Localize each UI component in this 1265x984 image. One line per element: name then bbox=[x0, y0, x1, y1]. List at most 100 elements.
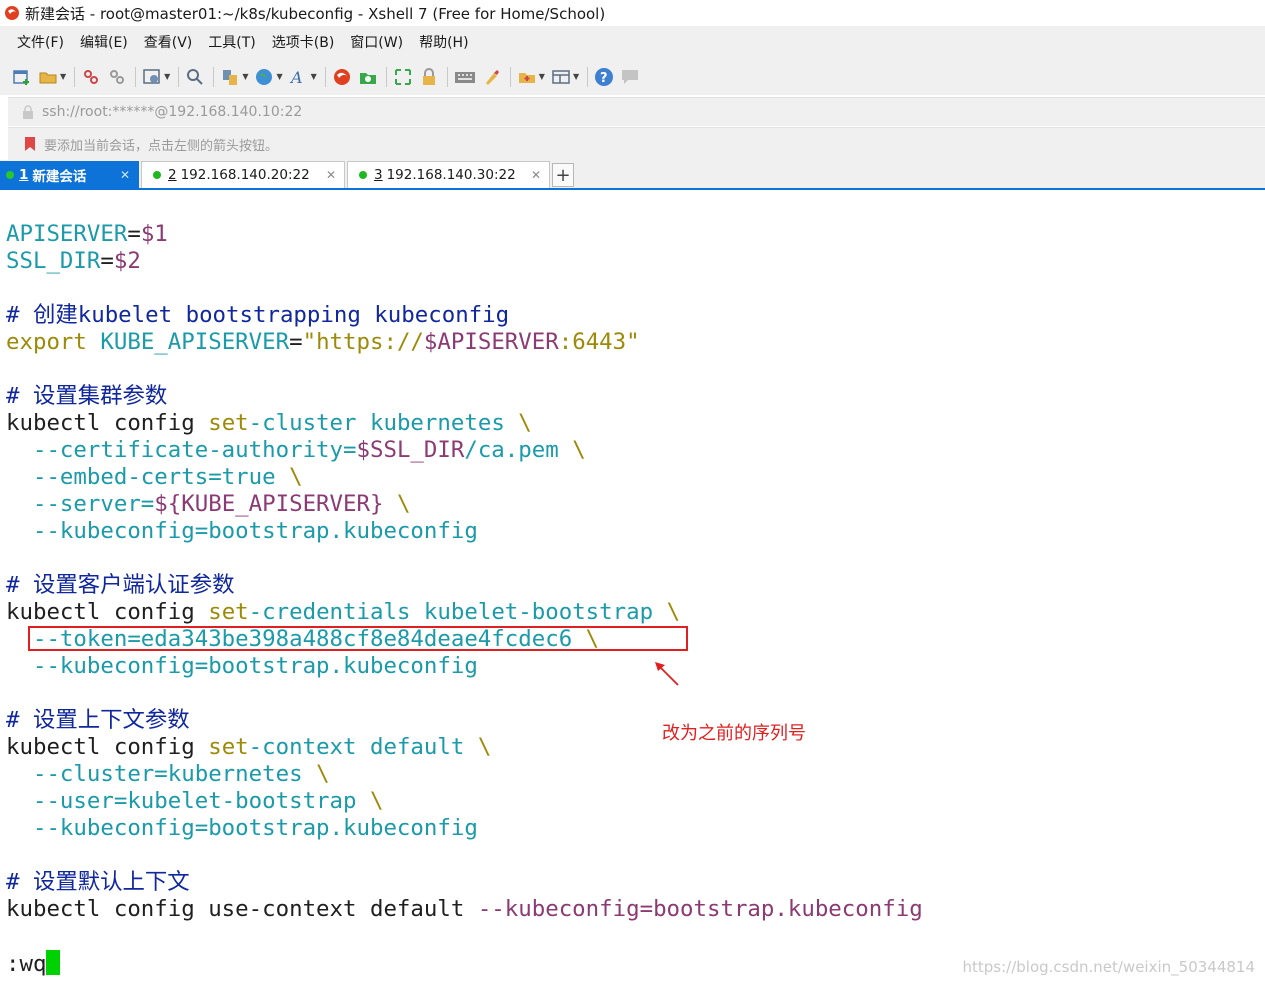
connected-status-icon bbox=[153, 171, 161, 179]
highlight-icon[interactable] bbox=[482, 65, 502, 89]
tab-label: 新建会话 bbox=[32, 169, 87, 185]
terminal-line: # 设置集群参数 bbox=[6, 383, 167, 410]
svg-text:?: ? bbox=[600, 71, 608, 86]
close-tab-icon[interactable]: ✕ bbox=[120, 168, 130, 182]
xshell-icon[interactable] bbox=[332, 65, 352, 89]
terminal-line: --kubeconfig=bootstrap.kubeconfig bbox=[6, 518, 478, 545]
terminal-text-segment: kubectl config bbox=[6, 599, 209, 625]
annotation-text: 改为之前的序列号 bbox=[662, 723, 806, 744]
terminal-text-segment: \ bbox=[477, 734, 492, 760]
terminal-text-segment: $SSL_DIR bbox=[356, 437, 465, 463]
new-folder-icon[interactable]: ▼ bbox=[517, 65, 545, 89]
terminal-text-segment: -credentials kubelet-bootstrap bbox=[248, 599, 667, 625]
menu-window[interactable]: 窗口(W) bbox=[347, 30, 406, 54]
xshell-logo-icon bbox=[4, 5, 20, 21]
terminal-cursor bbox=[46, 950, 61, 975]
xftp-icon[interactable] bbox=[358, 65, 378, 89]
terminal-text-segment: SSL_DIR bbox=[6, 248, 101, 274]
new-session-icon[interactable] bbox=[12, 65, 32, 89]
close-tab-icon[interactable]: ✕ bbox=[326, 168, 336, 182]
menu-tab[interactable]: 选项卡(B) bbox=[269, 30, 338, 54]
menu-tools[interactable]: 工具(T) bbox=[205, 30, 258, 54]
terminal-text-segment: \ bbox=[289, 464, 303, 490]
chat-icon[interactable] bbox=[620, 65, 640, 89]
disconnect-icon[interactable] bbox=[107, 65, 127, 89]
watermark: https://blog.csdn.net/weixin_50344814 bbox=[962, 958, 1255, 976]
find-icon[interactable] bbox=[185, 65, 205, 89]
reconnect-icon[interactable] bbox=[81, 65, 101, 89]
terminal-text-segment: set bbox=[208, 599, 249, 625]
globe-icon[interactable]: ▼ bbox=[254, 65, 283, 89]
close-tab-icon[interactable]: ✕ bbox=[531, 168, 541, 182]
terminal-line: --cluster=kubernetes \ bbox=[6, 761, 330, 788]
address-value[interactable]: ssh://root:******@192.168.140.10:22 bbox=[42, 104, 302, 120]
add-tab-button[interactable]: + bbox=[552, 163, 574, 187]
toolbar-separator bbox=[324, 66, 326, 87]
toolbar-separator bbox=[446, 66, 448, 87]
tab-session-3[interactable]: 3 192.168.140.30:22 ✕ bbox=[347, 161, 550, 188]
terminal-text-segment: \ bbox=[316, 761, 330, 787]
terminal-text-segment: $1 bbox=[140, 221, 168, 247]
bookmark-icon[interactable] bbox=[22, 136, 38, 152]
help-icon[interactable]: ? bbox=[594, 65, 614, 89]
terminal-text-segment: kubectl config bbox=[6, 410, 209, 436]
terminal-line: SSL_DIR=$2 bbox=[6, 248, 141, 275]
terminal-text-segment: # 设置上下文参数 bbox=[6, 707, 190, 733]
terminal-line: APISERVER=$1 bbox=[6, 221, 168, 248]
terminal-text-segment: \ bbox=[396, 491, 411, 517]
terminal-line: --kubeconfig=bootstrap.kubeconfig bbox=[6, 653, 478, 680]
terminal-text-segment: \ bbox=[369, 788, 384, 814]
toolbar-separator bbox=[385, 66, 387, 87]
toolbar-separator bbox=[74, 66, 76, 87]
terminal-text-segment: \ bbox=[585, 626, 600, 652]
terminal-line: kubectl config set-cluster kubernetes \ bbox=[6, 410, 532, 437]
annotation-arrow-icon bbox=[655, 662, 679, 686]
title-bar: 新建会话 - root@master01:~/k8s/kubeconfig - … bbox=[0, 0, 1265, 26]
svg-text:A: A bbox=[289, 68, 303, 87]
terminal-line: --server=${KUBE_APISERVER} \ bbox=[6, 491, 410, 518]
menu-file[interactable]: 文件(F) bbox=[14, 30, 67, 54]
layout-icon[interactable]: ▼ bbox=[551, 65, 579, 89]
tab-session-2[interactable]: 2 192.168.140.20:22 ✕ bbox=[141, 161, 345, 188]
menu-bar: 文件(F) 编辑(E) 查看(V) 工具(T) 选项卡(B) 窗口(W) 帮助(… bbox=[0, 26, 1265, 58]
terminal-line: kubectl config set-context default \ bbox=[6, 734, 491, 761]
window-title: 新建会话 - root@master01:~/k8s/kubeconfig - … bbox=[25, 4, 606, 23]
terminal-text-segment: # 设置客户端认证参数 bbox=[6, 572, 235, 598]
session-hint-bar: 要添加当前会话，点击左侧的箭头按钮。 bbox=[8, 127, 1265, 160]
open-folder-icon[interactable]: ▼ bbox=[38, 65, 66, 89]
hint-text: 要添加当前会话，点击左侧的箭头按钮。 bbox=[44, 138, 279, 154]
terminal-line: kubectl config use-context default --kub… bbox=[6, 896, 923, 923]
terminal-text-segment: --kubeconfig=bootstrap.kubeconfig bbox=[6, 653, 478, 679]
address-bar[interactable]: ssh://root:******@192.168.140.10:22 bbox=[8, 97, 1265, 126]
terminal-line: kubectl config set-credentials kubelet-b… bbox=[6, 599, 680, 626]
terminal-text-segment: KUBE_APISERVER bbox=[100, 329, 290, 355]
lock-icon[interactable] bbox=[419, 65, 439, 89]
menu-edit[interactable]: 编辑(E) bbox=[77, 30, 131, 54]
terminal-area[interactable]: 改为之前的序列号 APISERVER=$1 SSL_DIR=$2 # 创建kubel… bbox=[0, 190, 1265, 984]
copy-paste-icon[interactable]: ▼ bbox=[220, 65, 248, 89]
terminal-text-segment: \ bbox=[572, 437, 586, 463]
terminal-text-segment: set bbox=[208, 734, 249, 760]
fullscreen-icon[interactable] bbox=[393, 65, 413, 89]
keyboard-icon[interactable] bbox=[454, 65, 476, 89]
toolbar-separator bbox=[213, 66, 215, 87]
tab-number: 2 bbox=[168, 167, 177, 183]
terminal-text-segment: = bbox=[289, 329, 303, 355]
terminal-text-segment: = bbox=[100, 248, 114, 274]
menu-help[interactable]: 帮助(H) bbox=[416, 30, 471, 54]
terminal-line: # 设置上下文参数 bbox=[6, 707, 190, 734]
terminal-line: # 创建kubelet bootstrapping kubeconfig bbox=[6, 302, 509, 329]
terminal-text-segment: --kubeconfig=bootstrap.kubeconfig bbox=[6, 518, 478, 544]
terminal-line: # 设置客户端认证参数 bbox=[6, 572, 234, 599]
terminal-text-segment: # 设置默认上下文 bbox=[6, 869, 190, 895]
tab-number: 3 bbox=[374, 167, 383, 183]
terminal-text-segment: APISERVER bbox=[6, 221, 128, 247]
terminal-text-segment: --server= bbox=[6, 491, 155, 517]
tab-session-1[interactable]: 1 新建会话 ✕ bbox=[0, 161, 139, 188]
terminal-text-segment: set bbox=[208, 410, 249, 436]
properties-icon[interactable]: ▼ bbox=[142, 65, 170, 89]
terminal-text-segment: kubeconfig=bootstrap.kubeconfig bbox=[504, 896, 923, 922]
font-icon[interactable]: A ▼ bbox=[289, 65, 317, 89]
menu-view[interactable]: 查看(V) bbox=[141, 30, 196, 54]
